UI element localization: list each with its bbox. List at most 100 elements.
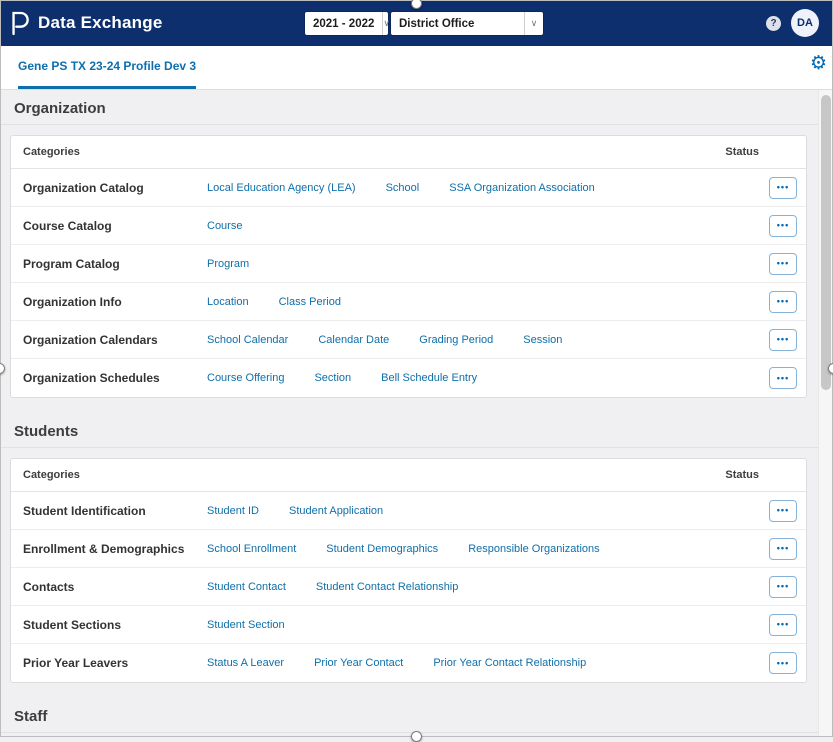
row-actions-button[interactable]: ••• <box>769 253 797 275</box>
row-actions-button[interactable]: ••• <box>769 576 797 598</box>
category-label: Program Catalog <box>23 257 207 271</box>
category-link[interactable]: School Enrollment <box>207 543 296 555</box>
card-header: Categories Status <box>11 136 806 169</box>
category-link[interactable]: SSA Organization Association <box>449 182 595 194</box>
category-link[interactable]: Session <box>523 334 562 346</box>
categories-column-header: Categories <box>23 146 80 158</box>
ellipsis-icon: ••• <box>777 582 789 591</box>
category-label: Student Sections <box>23 618 207 632</box>
category-label: Course Catalog <box>23 219 207 233</box>
section-title-organization: Organization <box>0 100 833 125</box>
category-links: Program <box>207 258 769 270</box>
row-actions-button[interactable]: ••• <box>769 614 797 636</box>
status-cell: ••• <box>769 576 797 598</box>
ellipsis-icon: ••• <box>777 506 789 515</box>
category-links: School Calendar Calendar Date Grading Pe… <box>207 334 769 346</box>
category-links: Location Class Period <box>207 296 769 308</box>
category-link[interactable]: Student ID <box>207 505 259 517</box>
category-label: Prior Year Leavers <box>23 656 207 670</box>
status-cell: ••• <box>769 652 797 674</box>
main-content: Organization Categories Status Organizat… <box>0 100 833 733</box>
scrollbar-thumb[interactable] <box>821 95 831 390</box>
status-cell: ••• <box>769 253 797 275</box>
school-context-value: District Office <box>391 18 482 30</box>
category-links: Student ID Student Application <box>207 505 769 517</box>
ellipsis-icon: ••• <box>777 659 789 668</box>
table-row: Prior Year Leavers Status A Leaver Prior… <box>11 644 806 682</box>
category-link[interactable]: Local Education Agency (LEA) <box>207 182 356 194</box>
vertical-scrollbar[interactable] <box>818 90 833 737</box>
card-header: Categories Status <box>11 459 806 492</box>
category-link[interactable]: Student Demographics <box>326 543 438 555</box>
category-link[interactable]: Calendar Date <box>318 334 389 346</box>
table-row: Student Sections Student Section ••• <box>11 606 806 644</box>
status-cell: ••• <box>769 291 797 313</box>
school-context-dropdown[interactable]: District Office ∨ <box>391 12 543 35</box>
status-cell: ••• <box>769 329 797 351</box>
help-icon[interactable]: ? <box>766 16 781 31</box>
row-actions-button[interactable]: ••• <box>769 291 797 313</box>
category-link[interactable]: Section <box>314 372 351 384</box>
row-actions-button[interactable]: ••• <box>769 538 797 560</box>
category-link[interactable]: Student Application <box>289 505 383 517</box>
status-cell: ••• <box>769 614 797 636</box>
row-actions-button[interactable]: ••• <box>769 177 797 199</box>
ellipsis-icon: ••• <box>777 544 789 553</box>
status-cell: ••• <box>769 500 797 522</box>
category-links: Status A Leaver Prior Year Contact Prior… <box>207 657 769 669</box>
school-year-dropdown[interactable]: 2021 - 2022 ∨ <box>305 12 388 35</box>
table-row: Organization Calendars School Calendar C… <box>11 321 806 359</box>
category-link[interactable]: Grading Period <box>419 334 493 346</box>
category-label: Organization Info <box>23 295 207 309</box>
row-actions-button[interactable]: ••• <box>769 215 797 237</box>
row-actions-button[interactable]: ••• <box>769 500 797 522</box>
category-link[interactable]: Student Contact <box>207 581 286 593</box>
category-link[interactable]: Course <box>207 220 242 232</box>
category-label: Student Identification <box>23 504 207 518</box>
section-title-staff: Staff <box>0 708 833 733</box>
row-actions-button[interactable]: ••• <box>769 367 797 389</box>
category-links: Course Offering Section Bell Schedule En… <box>207 372 769 384</box>
category-label: Organization Schedules <box>23 371 207 385</box>
table-row: Student Identification Student ID Studen… <box>11 492 806 530</box>
table-row: Contacts Student Contact Student Contact… <box>11 568 806 606</box>
avatar[interactable]: DA <box>791 9 819 37</box>
category-link[interactable]: Student Contact Relationship <box>316 581 458 593</box>
app-title: Data Exchange <box>38 13 162 33</box>
row-actions-button[interactable]: ••• <box>769 329 797 351</box>
category-links: Course <box>207 220 769 232</box>
selection-handle-right[interactable] <box>828 363 833 374</box>
table-row: Program Catalog Program ••• <box>11 245 806 283</box>
ellipsis-icon: ••• <box>777 374 789 383</box>
category-label: Contacts <box>23 580 207 594</box>
category-link[interactable]: Prior Year Contact Relationship <box>433 657 586 669</box>
school-year-value: 2021 - 2022 <box>305 18 382 30</box>
category-link[interactable]: Student Section <box>207 619 285 631</box>
organization-card: Categories Status Organization Catalog L… <box>10 135 807 398</box>
chevron-down-icon: ∨ <box>524 12 543 35</box>
category-links: Student Contact Student Contact Relation… <box>207 581 769 593</box>
categories-column-header: Categories <box>23 469 80 481</box>
table-row: Organization Schedules Course Offering S… <box>11 359 806 397</box>
settings-gear-icon[interactable]: ⚙ <box>810 54 827 73</box>
table-row: Enrollment & Demographics School Enrollm… <box>11 530 806 568</box>
ellipsis-icon: ••• <box>777 335 789 344</box>
row-actions-button[interactable]: ••• <box>769 652 797 674</box>
tab-profile[interactable]: Gene PS TX 23-24 Profile Dev 3 <box>18 46 196 89</box>
category-link[interactable]: Prior Year Contact <box>314 657 403 669</box>
ellipsis-icon: ••• <box>777 221 789 230</box>
category-link[interactable]: Status A Leaver <box>207 657 284 669</box>
category-link[interactable]: Bell Schedule Entry <box>381 372 477 384</box>
category-link[interactable]: Responsible Organizations <box>468 543 599 555</box>
category-link[interactable]: Course Offering <box>207 372 284 384</box>
category-label: Organization Calendars <box>23 333 207 347</box>
category-link[interactable]: Location <box>207 296 249 308</box>
category-link[interactable]: School <box>386 182 420 194</box>
table-row: Organization Catalog Local Education Age… <box>11 169 806 207</box>
category-link[interactable]: School Calendar <box>207 334 288 346</box>
ellipsis-icon: ••• <box>777 620 789 629</box>
category-link[interactable]: Class Period <box>279 296 341 308</box>
category-label: Enrollment & Demographics <box>23 542 207 556</box>
category-link[interactable]: Program <box>207 258 249 270</box>
profile-tabbar: Gene PS TX 23-24 Profile Dev 3 ⚙ <box>0 46 833 90</box>
